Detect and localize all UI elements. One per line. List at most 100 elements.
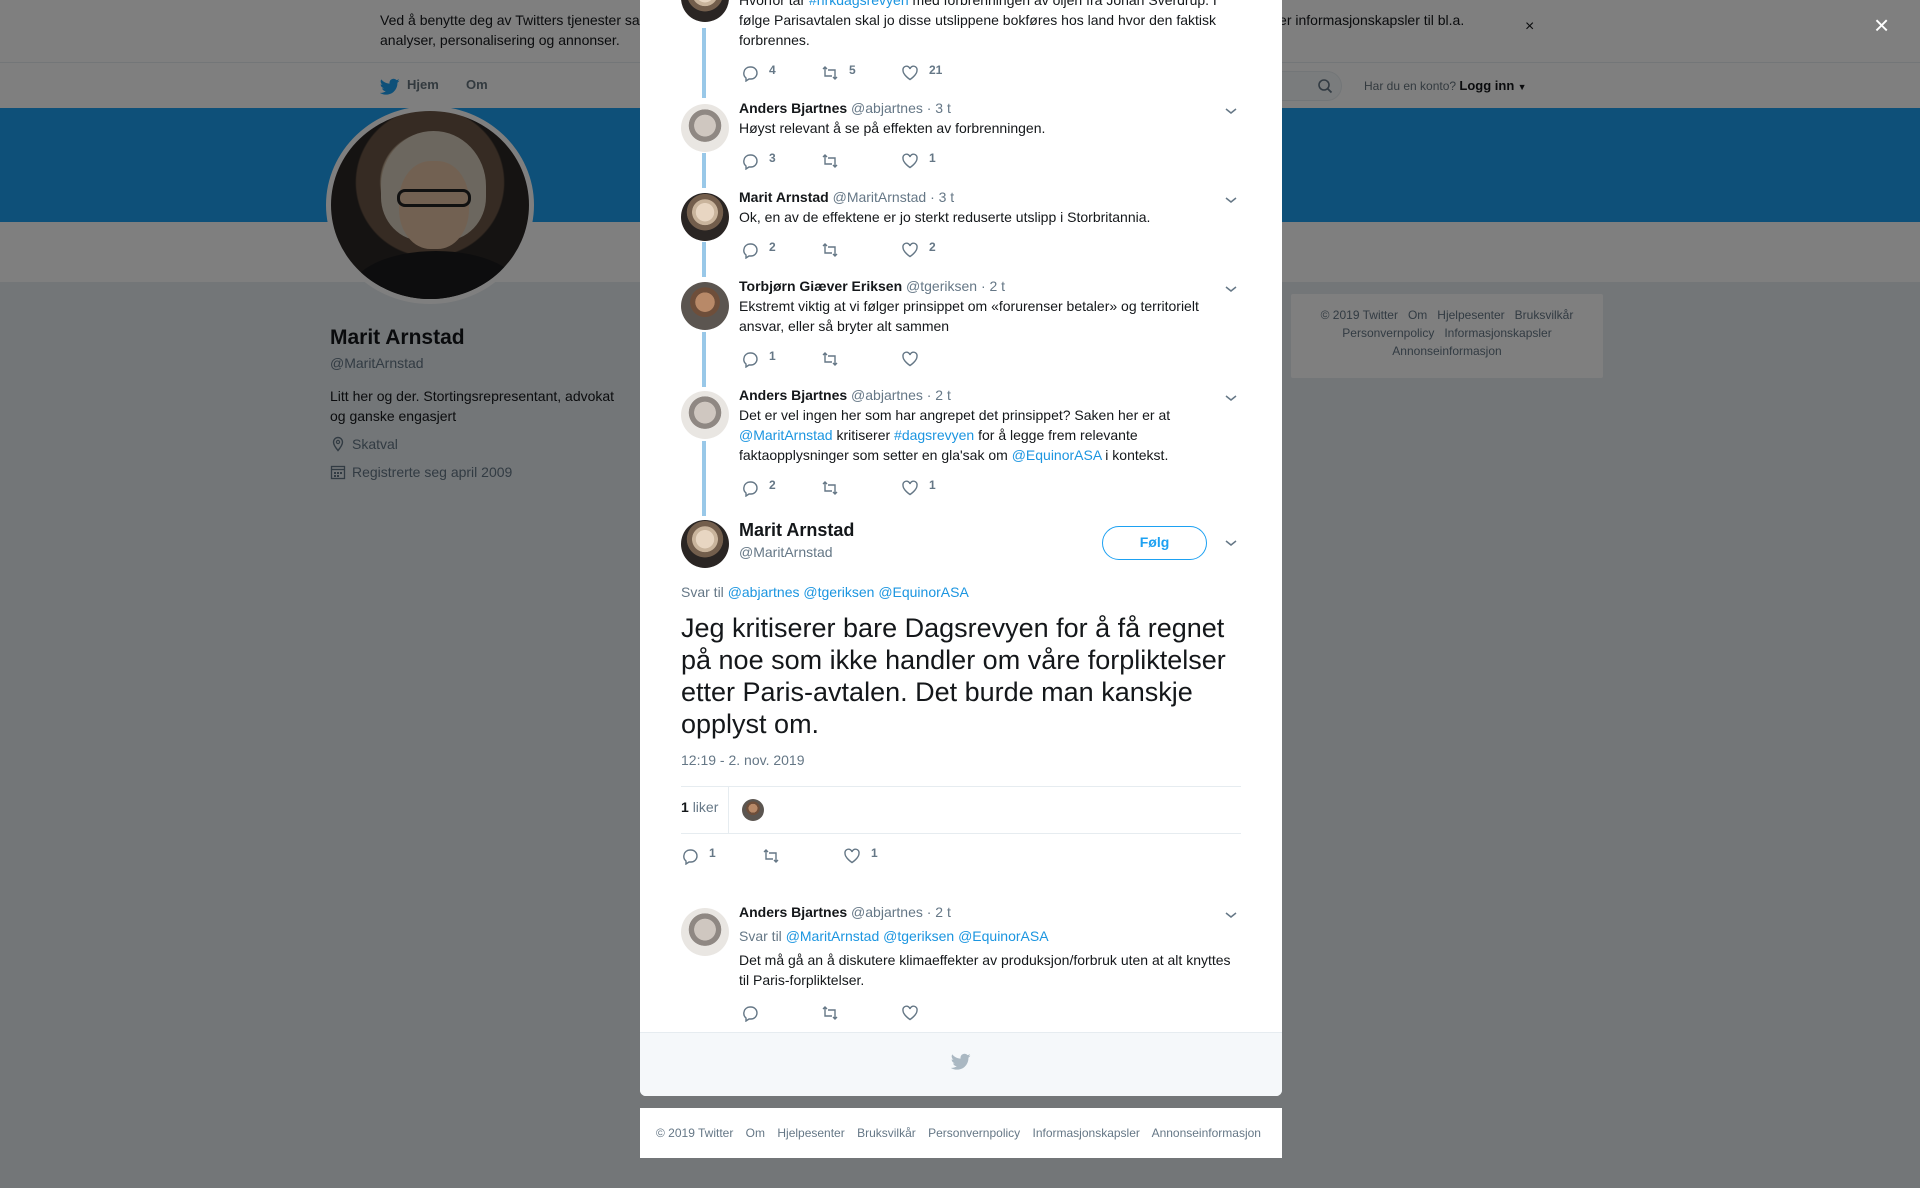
thread-line <box>702 242 706 277</box>
tweet-header: Anders Bjartnes @abjartnes · 2 t <box>739 904 951 920</box>
footer-cookies[interactable]: Informasjonskapsler <box>1033 1126 1140 1140</box>
reply-icon <box>743 154 758 170</box>
reply-icon <box>743 243 758 259</box>
focused-tweet-text: Jeg kritiserer bare Dagsrevyen for å få … <box>681 613 1226 739</box>
thread-line <box>702 441 706 516</box>
chevron-down-icon[interactable] <box>1224 284 1238 294</box>
tweet-stats: 1 liker <box>681 786 1241 834</box>
tweet-time[interactable]: · 2 t <box>981 278 1005 294</box>
reply-icon <box>743 352 758 368</box>
tweet-time[interactable]: · 3 t <box>927 100 951 116</box>
tweet-header: Marit Arnstad @MaritArnstad · 3 t <box>739 189 954 205</box>
reply-icon <box>743 66 758 82</box>
tweet-header: Anders Bjartnes @abjartnes · 2 t <box>739 387 951 403</box>
close-icon[interactable]: × <box>1874 12 1889 38</box>
author-name[interactable]: Marit Arnstad <box>739 189 829 205</box>
tweet-time[interactable]: · 2 t <box>927 387 951 403</box>
tweet-timestamp[interactable]: 12:19 - 2. nov. 2019 <box>681 752 805 768</box>
reply-icon <box>683 849 698 865</box>
retweet-icon <box>822 481 838 495</box>
retweet-icon <box>822 154 838 168</box>
reply-context: Svar til @MaritArnstad @tgeriksen @Equin… <box>739 926 1239 946</box>
heart-icon <box>902 65 918 81</box>
reply-icon <box>743 1006 758 1022</box>
mention-link[interactable]: @EquinorASA <box>878 584 968 600</box>
hashtag-link[interactable]: #nrkdagsrevyen <box>809 0 909 8</box>
modal-bottom-footer: © 2019 Twitter Om Hjelpesenter Bruksvilk… <box>640 1108 1282 1158</box>
mention-link[interactable]: @abjartnes <box>728 584 800 600</box>
footer-terms[interactable]: Bruksvilkår <box>857 1126 916 1140</box>
retweet-icon <box>822 1006 838 1020</box>
hashtag-link[interactable]: #dagsrevyen <box>894 427 974 443</box>
thread-line <box>702 153 706 188</box>
tweet-header: Torbjørn Giæver Eriksen @tgeriksen · 2 t <box>739 278 1005 294</box>
mention-link[interactable]: @MaritArnstad <box>739 427 833 443</box>
author-name[interactable]: Marit Arnstad <box>739 520 854 541</box>
author-name[interactable]: Anders Bjartnes <box>739 387 847 403</box>
tweet-time[interactable]: · 3 t <box>930 189 954 205</box>
heart-icon <box>902 1005 918 1021</box>
twitter-bird-icon <box>951 1053 971 1070</box>
chevron-down-icon[interactable] <box>1224 195 1238 205</box>
mention-link[interactable]: @EquinorASA <box>958 928 1048 944</box>
reply-prefix: Svar til <box>681 584 724 600</box>
avatar[interactable] <box>681 0 729 22</box>
author-handle[interactable]: @tgeriksen <box>906 278 977 294</box>
reply-icon <box>743 481 758 497</box>
avatar[interactable] <box>681 193 729 241</box>
mention-link[interactable]: @EquinorASA <box>1012 447 1102 463</box>
tweet-text: Ok, en av de effektene er jo sterkt redu… <box>739 209 1151 225</box>
author-name[interactable]: Torbjørn Giæver Eriksen <box>739 278 902 294</box>
tweet-text: Hvorfor tar #nrkdagsrevyen med forbrenni… <box>739 0 1239 50</box>
chevron-down-icon[interactable] <box>1224 910 1238 920</box>
footer-copyright: © 2019 Twitter <box>656 1126 734 1140</box>
chevron-down-icon[interactable] <box>1224 538 1238 548</box>
author-handle[interactable]: @abjartnes <box>851 904 923 920</box>
retweet-icon <box>822 66 838 80</box>
mention-link[interactable]: @tgeriksen <box>803 584 874 600</box>
chevron-down-icon[interactable] <box>1224 106 1238 116</box>
heart-icon <box>902 351 918 367</box>
heart-icon <box>902 242 918 258</box>
avatar[interactable] <box>681 391 729 439</box>
author-name[interactable]: Anders Bjartnes <box>739 100 847 116</box>
footer-ads[interactable]: Annonseinformasjon <box>1152 1126 1261 1140</box>
follow-button[interactable]: Følg <box>1102 526 1207 560</box>
tweet-time[interactable]: · 2 t <box>927 904 951 920</box>
author-handle[interactable]: @abjartnes <box>851 387 923 403</box>
tweet-text: Ekstremt viktig at vi følger prinsippet … <box>739 298 1199 334</box>
reply-context: Svar til @abjartnes @tgeriksen @EquinorA… <box>681 584 969 600</box>
thread-line <box>702 28 706 98</box>
author-handle[interactable]: @MaritArnstad <box>833 189 927 205</box>
avatar[interactable] <box>681 104 729 152</box>
avatar[interactable] <box>681 908 729 956</box>
retweet-icon <box>822 243 838 257</box>
thread-line <box>702 332 706 387</box>
mention-link[interactable]: @tgeriksen <box>883 928 954 944</box>
heart-icon <box>844 848 860 864</box>
tweet-text: Høyst relevant å se på effekten av forbr… <box>739 120 1046 136</box>
tweet-text: Det er vel ingen her som har angrepet de… <box>739 407 1171 463</box>
author-handle[interactable]: @MaritArnstad <box>739 544 833 560</box>
author-handle[interactable]: @abjartnes <box>851 100 923 116</box>
avatar[interactable] <box>681 282 729 330</box>
tweet-header: Anders Bjartnes @abjartnes · 3 t <box>739 100 951 116</box>
heart-icon <box>902 480 918 496</box>
liker-avatar[interactable] <box>742 799 764 821</box>
avatar[interactable] <box>681 520 729 568</box>
footer-about[interactable]: Om <box>746 1126 765 1140</box>
like-count[interactable]: 1 liker <box>681 799 718 815</box>
reply-prefix: Svar til <box>739 928 782 944</box>
heart-icon <box>902 153 918 169</box>
tweet-text: Det må gå an å diskutere klimaeffekter a… <box>739 952 1231 988</box>
divider <box>728 787 729 833</box>
chevron-down-icon[interactable] <box>1224 393 1238 403</box>
footer-privacy[interactable]: Personvernpolicy <box>928 1126 1020 1140</box>
footer-help[interactable]: Hjelpesenter <box>777 1126 844 1140</box>
modal-footer <box>640 1032 1282 1096</box>
tweet-modal: Hvorfor tar #nrkdagsrevyen med forbrenni… <box>640 0 1282 1096</box>
mention-link[interactable]: @MaritArnstad <box>786 928 880 944</box>
author-name[interactable]: Anders Bjartnes <box>739 904 847 920</box>
retweet-icon <box>763 849 779 863</box>
retweet-icon <box>822 352 838 366</box>
